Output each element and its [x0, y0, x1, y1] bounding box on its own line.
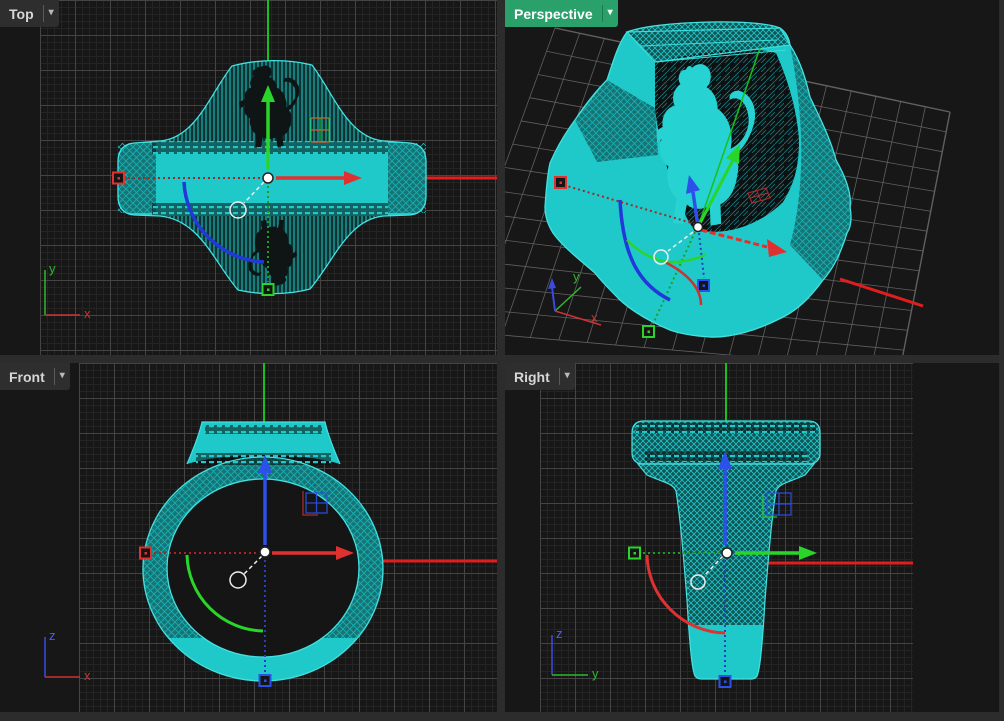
viewport-top[interactable]: y x Top ▾	[0, 0, 497, 355]
svg-text:y: y	[573, 269, 580, 284]
gumball-center[interactable]	[259, 546, 271, 558]
top-viewport-canvas[interactable]: y x	[0, 0, 497, 355]
viewport-tab-front[interactable]: Front ▾	[0, 363, 70, 390]
viewport-tab-label: Front	[9, 368, 45, 385]
front-viewport-canvas[interactable]: z x	[0, 363, 497, 712]
cplane-axis-gizmo: z y	[551, 626, 599, 681]
gumball-y-move-handle[interactable]	[261, 283, 275, 296]
svg-text:z: z	[556, 626, 563, 641]
viewport-front[interactable]: z x Front ▾	[0, 363, 497, 712]
right-viewport-canvas[interactable]: z y	[505, 363, 999, 712]
viewport-tab-label: Top	[9, 5, 34, 22]
gumball-center[interactable]	[262, 172, 274, 184]
application-window: y x Top ▾ y x Perspective ▾ z x Front ▾ …	[0, 0, 1004, 721]
viewport-perspective[interactable]: y x Perspective ▾	[505, 0, 999, 355]
svg-text:x: x	[84, 306, 91, 321]
viewport-tab-label: Right	[514, 368, 550, 385]
gumball-z-move-handle[interactable]	[258, 674, 272, 687]
viewport-right[interactable]: z y Right ▾	[505, 363, 999, 712]
chevron-down-icon[interactable]: ▾	[603, 7, 618, 20]
world-x-axis-line	[839, 277, 924, 308]
cplane-axis-gizmo: y x	[44, 261, 91, 321]
perspective-viewport-canvas[interactable]: y x	[505, 0, 999, 355]
gumball-plane-handle[interactable]	[762, 492, 792, 518]
svg-text:x: x	[84, 668, 91, 683]
svg-text:x: x	[591, 310, 598, 325]
svg-text:z: z	[49, 628, 56, 643]
viewport-tab-top[interactable]: Top ▾	[0, 0, 59, 27]
gumball-y-move-handle[interactable]	[628, 546, 641, 560]
viewport-tab-right[interactable]: Right ▾	[505, 363, 575, 390]
gumball-center[interactable]	[692, 221, 704, 233]
cplane-axis-gizmo: z x	[44, 628, 91, 683]
gumball-center[interactable]	[721, 547, 733, 559]
chevron-down-icon[interactable]: ▾	[55, 370, 70, 383]
chevron-down-icon[interactable]: ▾	[560, 370, 575, 383]
gumball-z-move-handle[interactable]	[697, 279, 710, 292]
gumball-x-move-handle[interactable]	[139, 546, 152, 560]
gumball-x-move-handle[interactable]	[554, 176, 567, 189]
gumball-x-move-handle[interactable]	[112, 171, 125, 185]
chevron-down-icon[interactable]: ▾	[44, 7, 59, 20]
viewport-tab-perspective[interactable]: Perspective ▾	[505, 0, 618, 27]
gumball-y-move-handle[interactable]	[642, 325, 655, 338]
gumball-z-move-handle[interactable]	[718, 675, 732, 688]
viewport-tab-label: Perspective	[514, 5, 593, 22]
svg-text:y: y	[49, 261, 56, 276]
svg-text:y: y	[592, 666, 599, 681]
